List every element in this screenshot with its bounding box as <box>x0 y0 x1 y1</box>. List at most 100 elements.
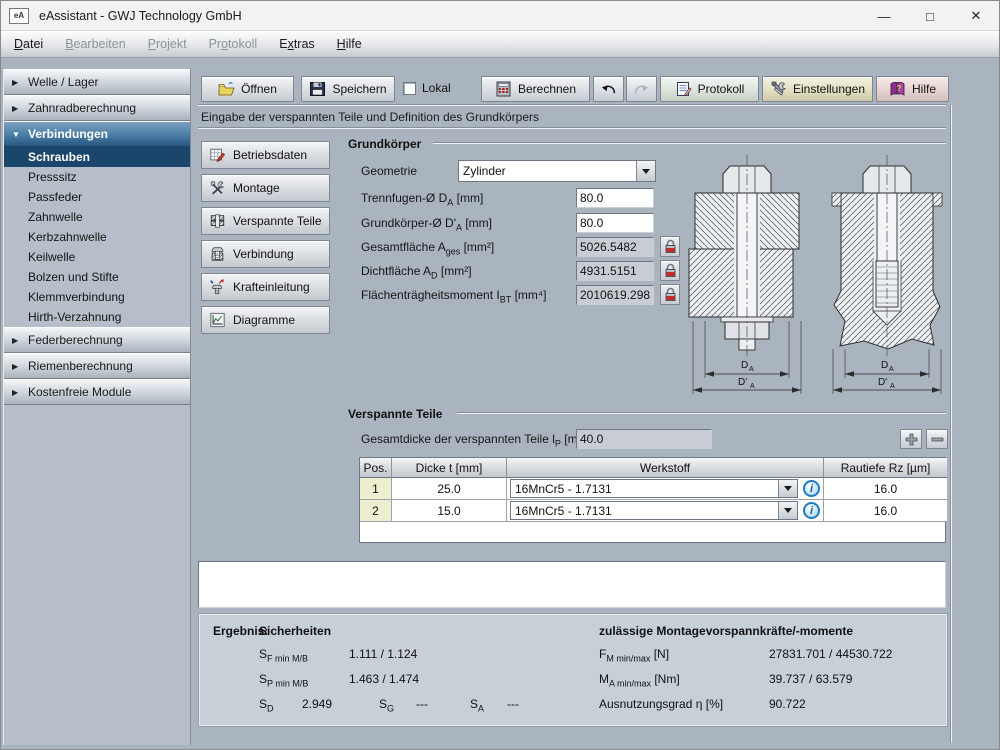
betriebsdaten-button[interactable]: Betriebsdaten <box>201 141 330 169</box>
help-button[interactable]: ? Hilfe <box>876 76 949 102</box>
trennfugen-input[interactable] <box>576 188 654 208</box>
local-checkbox-label: Lokal <box>422 81 451 95</box>
redo-button[interactable] <box>626 76 657 102</box>
safety-sg-value: --- <box>416 697 428 711</box>
dropdown-button[interactable] <box>778 502 797 519</box>
svg-text:A: A <box>890 383 895 390</box>
krafteinleitung-icon <box>209 279 226 295</box>
safety-sg-symbol: SG <box>379 697 394 713</box>
sidebar-item-keilwelle[interactable]: Keilwelle <box>4 247 190 267</box>
save-button[interactable]: Speichern <box>301 76 395 102</box>
add-row-button[interactable] <box>900 429 922 449</box>
grundkoerper-d-input[interactable] <box>576 213 654 233</box>
montage-tools-icon <box>209 180 226 196</box>
chevron-right-icon: ▶ <box>12 336 21 345</box>
chevron-right-icon: ▶ <box>12 78 21 87</box>
undo-icon <box>600 81 617 97</box>
menu-projekt[interactable]: Projekt <box>145 35 190 53</box>
material-select[interactable]: 16MnCr5 - 1.7131 <box>510 501 798 520</box>
close-button[interactable]: ✕ <box>953 1 999 31</box>
krafteinleitung-button[interactable]: Krafteinleitung <box>201 273 330 301</box>
row-roughness[interactable]: 16.0 <box>824 478 947 500</box>
menu-datei[interactable]: Datei <box>11 35 46 53</box>
gesamtflaeche-label: Gesamtfläche Ages [mm²] <box>361 240 494 256</box>
sidebar-section-zahnradberechnung[interactable]: ▶Zahnradberechnung <box>4 95 190 121</box>
flaechentraegheitsmoment-lock-button[interactable] <box>660 284 680 305</box>
sidebar-item-kerbzahnwelle[interactable]: Kerbzahnwelle <box>4 227 190 247</box>
fm-value: 27831.701 / 44530.722 <box>769 647 892 661</box>
chevron-down-icon <box>642 169 650 174</box>
material-select[interactable]: 16MnCr5 - 1.7131 <box>510 479 798 498</box>
svg-text:D': D' <box>878 377 887 388</box>
table-header-row: Pos. Dicke t [mm] Werkstoff Rautiefe Rz … <box>360 458 945 478</box>
tapped-joint-drawing: D A D' A <box>827 149 949 397</box>
grundkoerper-rule <box>433 142 946 144</box>
row-thickness[interactable]: 25.0 <box>392 478 507 500</box>
sidebar-section-federberechnung[interactable]: ▶Federberechnung <box>4 327 190 353</box>
calculator-icon <box>495 81 512 97</box>
sidebar-section-verbindungen[interactable]: ▼Verbindungen <box>4 121 190 147</box>
row-thickness[interactable]: 15.0 <box>392 500 507 522</box>
sidebar-section-kostenfreie-module[interactable]: ▶Kostenfreie Module <box>4 379 190 405</box>
dichtflaeche-lock-button[interactable] <box>660 260 680 281</box>
maximize-button[interactable]: □ <box>907 1 953 31</box>
settings-button[interactable]: Einstellungen <box>762 76 873 102</box>
local-checkbox[interactable] <box>403 82 416 95</box>
app-icon: eA <box>9 8 29 24</box>
minus-icon <box>931 433 944 446</box>
toolbar-divider <box>198 104 946 106</box>
sidebar-section-welle-lager[interactable]: ▶Welle / Lager <box>4 69 190 95</box>
geometrie-label: Geometrie <box>361 164 417 178</box>
sidebar-item-schrauben[interactable]: Schrauben <box>4 147 190 167</box>
settings-tools-icon <box>770 81 787 97</box>
geometrie-select[interactable]: Zylinder <box>458 160 656 182</box>
diagramme-button[interactable]: Diagramme <box>201 306 330 334</box>
sidebar-item-bolzen-und-stifte[interactable]: Bolzen und Stifte <box>4 267 190 287</box>
plus-icon <box>905 433 918 446</box>
dichtflaeche-label: Dichtfläche AD [mm²] <box>361 264 472 280</box>
safety-sf-symbol: SF min M/B <box>259 647 308 663</box>
safeties-heading: Sicherheiten <box>259 624 331 638</box>
calculate-button[interactable]: Berechnen <box>481 76 590 102</box>
parts-table: Pos. Dicke t [mm] Werkstoff Rautiefe Rz … <box>359 457 946 543</box>
menu-bearbeiten[interactable]: Bearbeiten <box>62 35 128 53</box>
remove-row-button[interactable] <box>926 429 948 449</box>
sidebar-item-klemmverbindung[interactable]: Klemmverbindung <box>4 287 190 307</box>
menu-extras[interactable]: Extras <box>276 35 317 53</box>
sidebar-nav: ▶Welle / Lager ▶Zahnradberechnung ▼Verbi… <box>3 69 191 745</box>
help-book-icon: ? <box>889 81 906 97</box>
grundkoerper-heading: Grundkörper <box>348 137 421 151</box>
dropdown-button[interactable] <box>778 480 797 497</box>
protocol-button[interactable]: Protokoll <box>660 76 759 102</box>
verspannte-teile-button[interactable]: Verspannte Teile <box>201 207 330 235</box>
minimize-button[interactable]: — <box>861 1 907 31</box>
sidebar-section-riemenberechnung[interactable]: ▶Riemenberechnung <box>4 353 190 379</box>
diagramme-chart-icon <box>209 312 226 328</box>
sidebar-item-zahnwelle[interactable]: Zahnwelle <box>4 207 190 227</box>
undo-button[interactable] <box>593 76 624 102</box>
verspannte-teile-heading: Verspannte Teile <box>348 407 442 421</box>
sidebar-item-presssitz[interactable]: Presssitz <box>4 167 190 187</box>
material-info-button[interactable]: i <box>803 502 820 519</box>
ma-value: 39.737 / 63.579 <box>769 672 852 686</box>
page-subtitle: Eingabe der verspannten Teile und Defini… <box>201 110 539 124</box>
chevron-down-icon <box>784 508 792 513</box>
menu-hilfe[interactable]: Hilfe <box>334 35 365 53</box>
montage-button[interactable]: Montage <box>201 174 330 202</box>
right-divider <box>950 105 952 743</box>
row-roughness[interactable]: 16.0 <box>824 500 947 522</box>
chevron-down-icon <box>784 486 792 491</box>
verbindung-button[interactable]: Verbindung <box>201 240 330 268</box>
svg-text:A: A <box>750 383 755 390</box>
material-info-button[interactable]: i <box>803 480 820 497</box>
safety-sa-value: --- <box>507 697 519 711</box>
message-box <box>198 561 946 608</box>
dropdown-button[interactable] <box>636 161 655 181</box>
sidebar-item-hirth-verzahnung[interactable]: Hirth-Verzahnung <box>4 307 190 327</box>
sidebar-item-passfeder[interactable]: Passfeder <box>4 187 190 207</box>
menu-protokoll[interactable]: Protokoll <box>206 35 261 53</box>
open-button[interactable]: Öffnen <box>201 76 294 102</box>
forces-heading: zulässige Montagevorspannkräfte/-momente <box>599 624 853 638</box>
gesamtflaeche-lock-button[interactable] <box>660 236 680 257</box>
svg-text:D': D' <box>738 377 747 388</box>
